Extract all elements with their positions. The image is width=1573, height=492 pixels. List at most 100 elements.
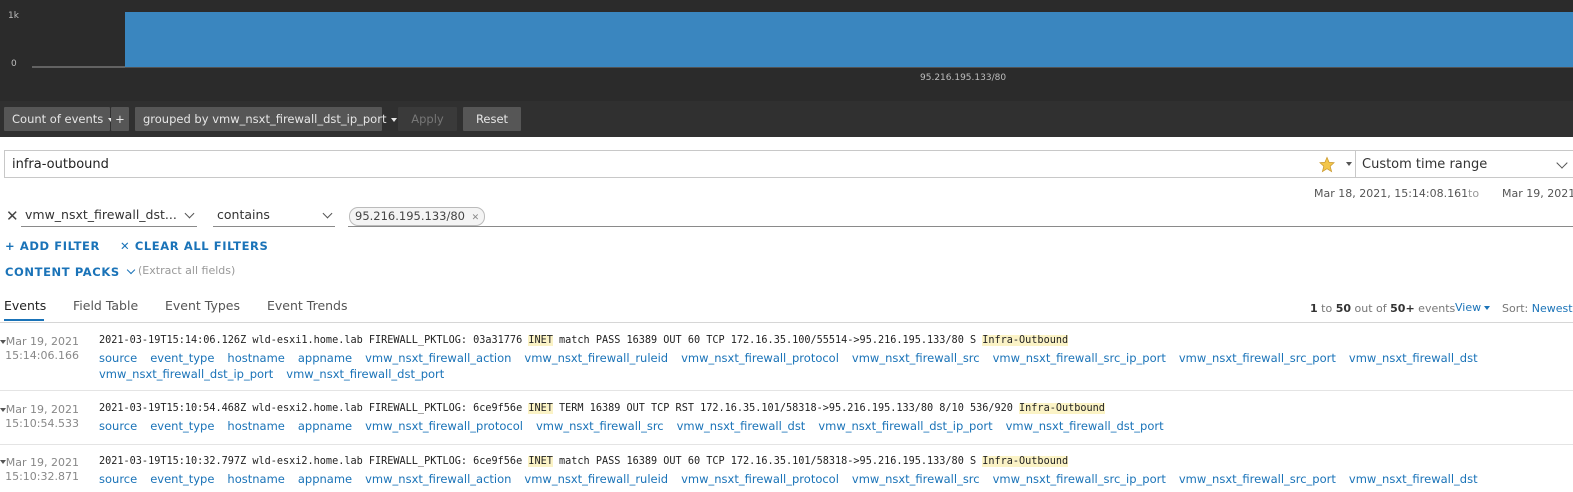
remove-filter-icon[interactable]: ✕ [6, 208, 19, 224]
event-field-link[interactable]: vmw_nsxt_firewall_dst [1349, 471, 1478, 487]
event-field-link[interactable]: vmw_nsxt_firewall_dst [677, 418, 806, 434]
groupby-dropdown[interactable]: grouped by vmw_nsxt_firewall_dst_ip_port [135, 107, 398, 131]
event-field-link[interactable]: vmw_nsxt_firewall_dst_ip_port [818, 418, 992, 434]
event-field-link[interactable]: vmw_nsxt_firewall_src_ip_port [993, 350, 1166, 366]
event-highlight: Infra-Outbound [982, 456, 1069, 467]
event-time: 15:10:32.871 [5, 470, 79, 483]
sort-control[interactable]: Sort: Newest F [1502, 302, 1573, 315]
event-field-link[interactable]: vmw_nsxt_firewall_src [852, 350, 980, 366]
event-time: 15:14:06.166 [5, 349, 79, 362]
event-field-link[interactable]: vmw_nsxt_firewall_action [365, 350, 511, 366]
event-field-link[interactable]: appname [298, 471, 352, 487]
event-field-link[interactable]: vmw_nsxt_firewall_dst_port [286, 366, 444, 382]
filter-value-input[interactable]: 95.216.195.133/80 ✕ [348, 205, 1573, 227]
apply-button[interactable]: Apply [398, 107, 457, 131]
clear-all-filters-button[interactable]: ✕ CLEAR ALL FILTERS [120, 239, 268, 253]
favorites-caret-icon[interactable] [1346, 162, 1352, 166]
reset-button[interactable]: Reset [463, 107, 521, 131]
sort-prefix: Sort: [1502, 302, 1529, 315]
event-time: 15:10:54.533 [5, 417, 79, 430]
filter-operator-value: contains [217, 207, 270, 222]
event-row[interactable]: Mar 19, 2021 15:14:06.166 2021-03-19T15:… [0, 323, 1573, 391]
tab-events[interactable]: Events [4, 298, 46, 313]
filter-field-select[interactable]: vmw_nsxt_firewall_dst... [21, 205, 197, 227]
tab-field-table[interactable]: Field Table [73, 298, 138, 313]
event-text[interactable]: 2021-03-19T15:10:54.468Z wld-esxi2.home.… [99, 403, 1105, 414]
event-field-link[interactable]: vmw_nsxt_firewall_protocol [681, 471, 839, 487]
chevron-down-icon [184, 208, 195, 219]
event-field-link[interactable]: vmw_nsxt_firewall_ruleid [524, 471, 668, 487]
event-field-link[interactable]: vmw_nsxt_firewall_dst_ip_port [99, 487, 273, 489]
event-field-link[interactable]: event_type [150, 350, 214, 366]
event-fields: source event_type hostname appname vmw_nsxt_… [99, 418, 1559, 434]
sort-value: Newest F [1531, 302, 1573, 315]
event-text[interactable]: 2021-03-19T15:14:06.126Z wld-esxi1.home.… [99, 335, 1069, 346]
filter-value-chip: 95.216.195.133/80 ✕ [349, 207, 486, 226]
chart-bar[interactable] [125, 12, 1573, 67]
event-chart: 1k 0 95.216.195.133/80 [0, 0, 1573, 101]
event-field-link[interactable]: event_type [150, 418, 214, 434]
add-aggregate-button[interactable]: + [111, 107, 129, 131]
to-datetime[interactable]: Mar 19, 2021 [1502, 187, 1573, 200]
event-field-link[interactable]: vmw_nsxt_firewall_protocol [365, 418, 523, 434]
event-date: Mar 19, 2021 [5, 335, 79, 348]
content-packs-dropdown[interactable]: CONTENT PACKS [5, 265, 136, 279]
time-range-dropdown[interactable]: Custom time range [1355, 150, 1573, 178]
event-text-segment: TERM 16389 OUT TCP RST 172.16.35.101/583… [552, 403, 1020, 414]
event-date: Mar 19, 2021 [5, 456, 79, 469]
from-datetime[interactable]: Mar 18, 2021, 15:14:08.161 [1314, 187, 1468, 200]
range-end: 50 [1335, 302, 1352, 315]
aggregate-dropdown[interactable]: Count of events [4, 107, 115, 131]
caret-down-icon [391, 117, 398, 122]
chevron-down-icon [322, 208, 333, 219]
event-field-link[interactable]: hostname [227, 471, 284, 487]
event-row[interactable]: Mar 19, 2021 15:10:32.871 2021-03-19T15:… [0, 445, 1573, 492]
event-field-link[interactable]: vmw_nsxt_firewall_src_ip_port [993, 471, 1166, 487]
event-text-segment: 2021-03-19T15:14:06.126Z wld-esxi1.home.… [99, 335, 529, 346]
extract-fields-link[interactable]: (Extract all fields) [138, 264, 235, 277]
search-input[interactable] [12, 155, 1302, 173]
time-range-label: Custom time range [1362, 157, 1488, 172]
tab-event-trends[interactable]: Event Trends [267, 298, 348, 313]
event-highlight: INET [528, 403, 553, 414]
event-field-link[interactable]: hostname [227, 418, 284, 434]
event-field-link[interactable]: vmw_nsxt_firewall_action [365, 471, 511, 487]
to-label: to [1468, 187, 1480, 200]
chart-toolbar: Count of events + grouped by vmw_nsxt_fi… [0, 101, 1573, 137]
event-field-link[interactable]: source [99, 471, 137, 487]
results-total: 50+ [1390, 302, 1415, 315]
star-icon[interactable] [1318, 156, 1336, 173]
event-field-link[interactable]: vmw_nsxt_firewall_src_port [1179, 350, 1336, 366]
event-field-link[interactable]: vmw_nsxt_firewall_dst_port [1006, 418, 1164, 434]
range-to: to [1321, 302, 1333, 315]
chip-remove-icon[interactable]: ✕ [472, 213, 480, 223]
aggregate-label: Count of events [12, 112, 104, 126]
add-filter-button[interactable]: + ADD FILTER [5, 239, 100, 253]
search-query-box[interactable] [4, 150, 1356, 178]
event-field-link[interactable]: source [99, 350, 137, 366]
event-text[interactable]: 2021-03-19T15:10:32.797Z wld-esxi2.home.… [99, 456, 1069, 467]
event-row[interactable]: Mar 19, 2021 15:10:54.533 2021-03-19T15:… [0, 391, 1573, 445]
event-date: Mar 19, 2021 [5, 403, 79, 416]
event-field-link[interactable]: appname [298, 350, 352, 366]
event-field-link[interactable]: vmw_nsxt_firewall_dst [1349, 350, 1478, 366]
chart-svg [32, 12, 1573, 68]
event-field-link[interactable]: appname [298, 418, 352, 434]
event-field-link[interactable]: event_type [150, 471, 214, 487]
tab-event-types[interactable]: Event Types [165, 298, 240, 313]
event-field-link[interactable]: vmw_nsxt_firewall_src [852, 471, 980, 487]
events-word: events [1418, 302, 1456, 315]
event-field-link[interactable]: hostname [227, 350, 284, 366]
event-field-link[interactable]: vmw_nsxt_firewall_src [536, 418, 664, 434]
filter-value-chip-label: 95.216.195.133/80 [355, 209, 465, 223]
view-dropdown[interactable]: View [1455, 301, 1491, 314]
event-text-segment: match PASS 16389 OUT 60 TCP 172.16.35.10… [552, 335, 983, 346]
event-field-link[interactable]: vmw_nsxt_firewall_dst_ip_port [99, 366, 273, 382]
filter-operator-select[interactable]: contains [213, 205, 335, 227]
event-field-link[interactable]: vmw_nsxt_firewall_ruleid [524, 350, 668, 366]
out-of-label: out of [1354, 302, 1387, 315]
chevron-down-icon [1556, 157, 1568, 169]
event-field-link[interactable]: source [99, 418, 137, 434]
event-field-link[interactable]: vmw_nsxt_firewall_src_port [1179, 471, 1336, 487]
event-field-link[interactable]: vmw_nsxt_firewall_protocol [681, 350, 839, 366]
